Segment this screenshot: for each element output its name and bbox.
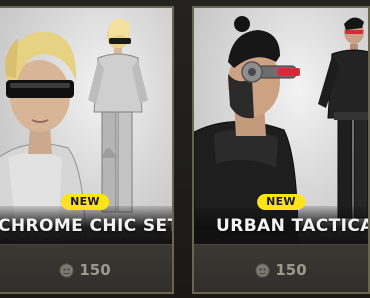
store-carousel: NEW CHROME CHIC SET 150 NEW URBAN TACTIC… <box>0 0 370 298</box>
price-button[interactable]: 150 <box>194 244 368 292</box>
store-item-card-urban-tactical[interactable]: NEW URBAN TACTICAL S 150 <box>192 6 370 294</box>
price-value: 150 <box>79 261 111 279</box>
item-name: CHROME CHIC SET <box>0 216 174 236</box>
item-name: URBAN TACTICAL S <box>216 216 368 236</box>
coin-icon <box>59 263 74 278</box>
new-badge: NEW <box>257 194 305 210</box>
standing-model-figure <box>88 18 148 213</box>
standing-model-figure <box>318 17 368 219</box>
store-item-card-chrome-chic[interactable]: NEW CHROME CHIC SET 150 <box>0 6 174 294</box>
new-badge: NEW <box>61 194 109 210</box>
price-value: 150 <box>275 261 307 279</box>
price-button[interactable]: 150 <box>0 244 172 292</box>
coin-icon <box>255 263 270 278</box>
